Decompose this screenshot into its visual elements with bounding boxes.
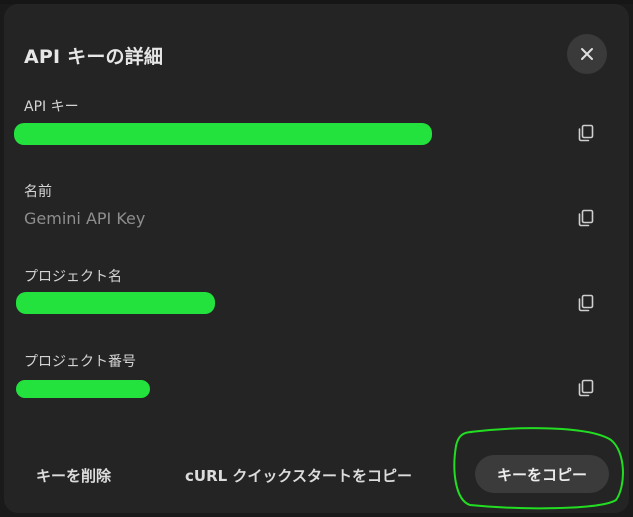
- copy-icon[interactable]: [576, 123, 596, 143]
- api-key-label: API キー: [24, 99, 79, 115]
- api-key-value-redacted: [14, 123, 432, 145]
- api-key-details-dialog: API キーの詳細 API キー 名前 Gemini API Key プロジェク…: [4, 4, 629, 513]
- copy-key-button[interactable]: キーをコピー: [475, 455, 609, 493]
- project-number-label: プロジェクト番号: [24, 354, 136, 370]
- project-number-value-redacted: [16, 380, 150, 398]
- close-icon: [581, 48, 593, 60]
- delete-key-button[interactable]: キーを削除: [36, 456, 111, 494]
- close-button[interactable]: [567, 34, 607, 74]
- project-name-value-redacted: [16, 292, 215, 314]
- name-value: Gemini API Key: [24, 209, 146, 228]
- dialog-title: API キーの詳細: [24, 46, 164, 68]
- copy-icon[interactable]: [576, 208, 596, 228]
- project-name-label: プロジェクト名: [24, 269, 122, 285]
- copy-icon[interactable]: [576, 293, 596, 313]
- copy-icon[interactable]: [576, 378, 596, 398]
- name-label: 名前: [24, 184, 52, 200]
- copy-curl-quickstart-button[interactable]: cURL クイックスタートをコピー: [185, 456, 412, 494]
